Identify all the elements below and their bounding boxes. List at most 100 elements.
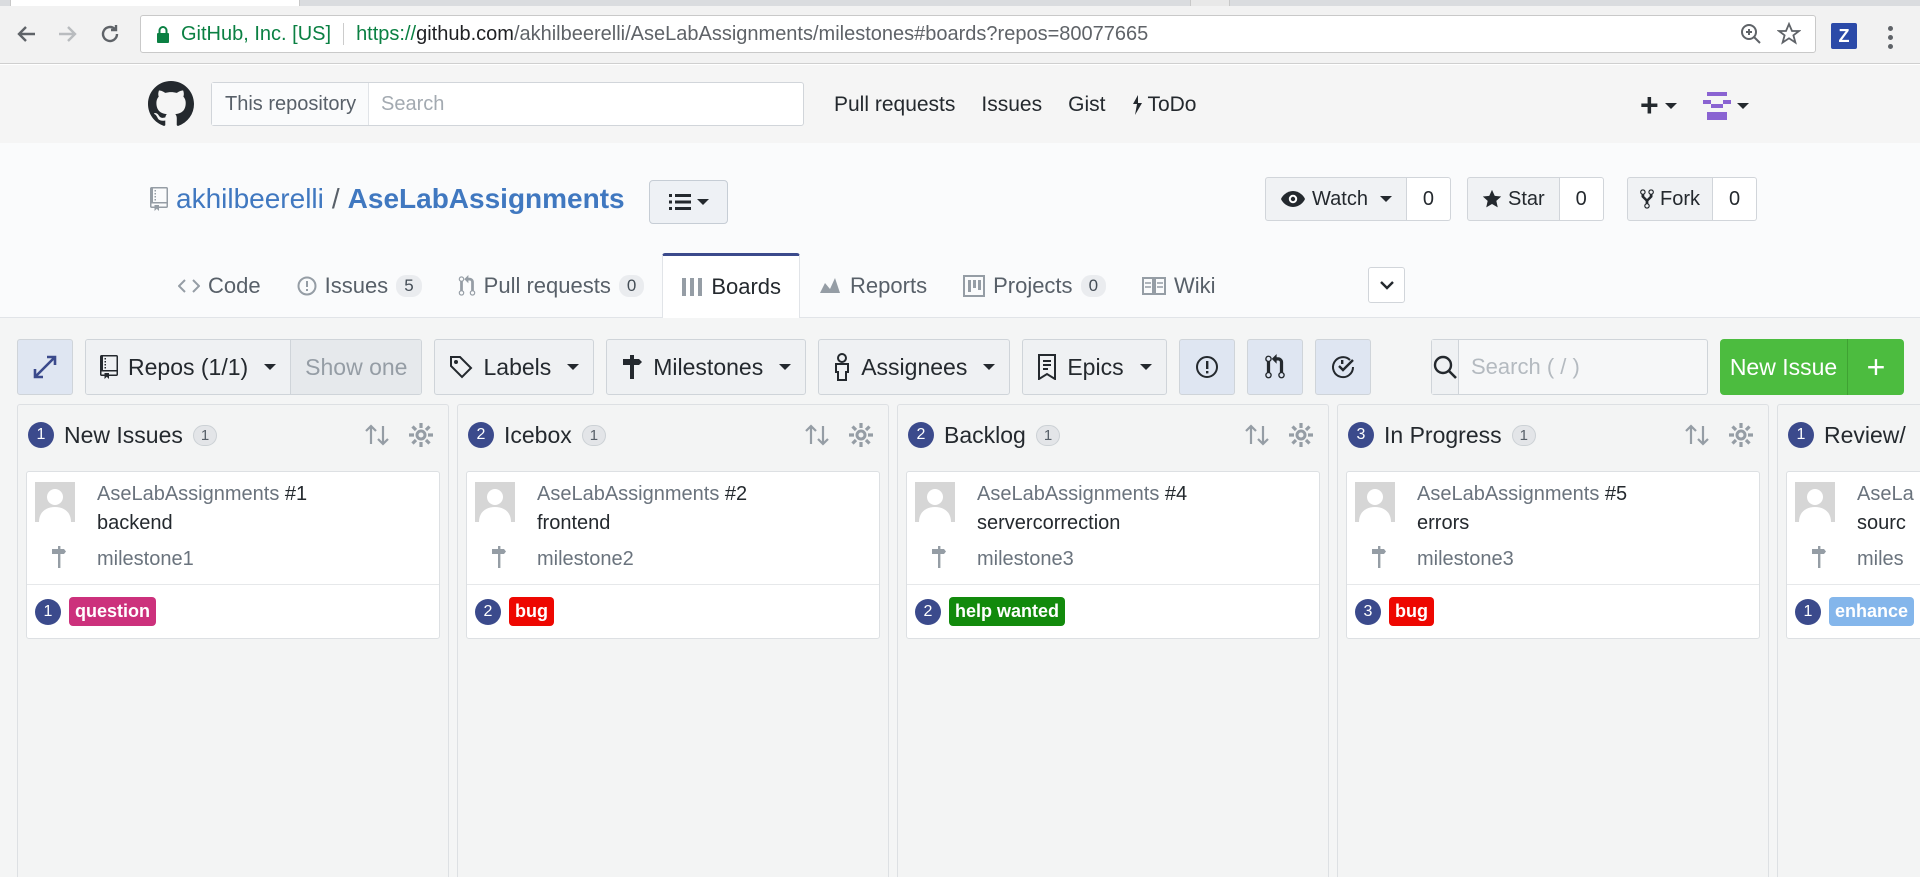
card-title[interactable]: errors	[1417, 512, 1469, 535]
fork-button[interactable]: Fork	[1627, 177, 1713, 221]
card-milestone[interactable]: milestone3	[977, 548, 1074, 571]
repo-owner-link[interactable]: akhilbeerelli	[176, 183, 324, 215]
search-icon[interactable]	[1432, 340, 1459, 394]
site-identity[interactable]: GitHub, Inc. [US]	[181, 23, 331, 46]
card-milestone[interactable]: milestone2	[537, 548, 634, 571]
issues-toggle-button[interactable]	[1178, 339, 1235, 395]
avatar[interactable]	[35, 482, 75, 522]
board-search-input[interactable]	[1459, 340, 1759, 394]
browser-menu-icon[interactable]	[1880, 22, 1900, 52]
gear-icon[interactable]	[1288, 422, 1314, 448]
avatar[interactable]	[1355, 482, 1395, 522]
avatar[interactable]	[1795, 482, 1835, 522]
milestones-filter-dropdown[interactable]: Milestones	[606, 339, 807, 395]
fullscreen-button[interactable]	[17, 339, 73, 395]
card-repo-link[interactable]: AseLabAssignments #2	[537, 483, 747, 506]
tab-code[interactable]: Code	[160, 254, 279, 318]
issue-label[interactable]: bug	[509, 597, 554, 626]
issue-card[interactable]: AseLabAssignments #1 backend milestone1 1 qu…	[26, 471, 440, 639]
tab-issues[interactable]: Issues 5	[279, 254, 440, 318]
card-milestone[interactable]: miles	[1857, 548, 1904, 571]
tab-projects[interactable]: Projects 0	[945, 254, 1124, 318]
user-menu-dropdown[interactable]	[1702, 91, 1749, 120]
new-issue-button[interactable]: New Issue	[1720, 339, 1848, 395]
nav-gist[interactable]: Gist	[1068, 93, 1105, 117]
column-header[interactable]: 2 Backlog 1	[898, 405, 1328, 465]
card-milestone[interactable]: milestone3	[1417, 548, 1514, 571]
header-search-input[interactable]	[369, 83, 803, 125]
show-one-button[interactable]: Show one	[290, 340, 422, 394]
zoom-icon[interactable]	[1739, 22, 1763, 46]
sort-icon[interactable]	[1684, 422, 1710, 448]
card-repo-link[interactable]: AseLabAssignments #5	[1417, 483, 1627, 506]
watch-button[interactable]: Watch	[1265, 177, 1407, 221]
card-repo-link[interactable]: AseLabAssignments #1	[97, 483, 307, 506]
card-title[interactable]: backend	[97, 512, 173, 535]
avatar[interactable]	[475, 482, 515, 522]
avatar	[1702, 91, 1731, 120]
gear-icon[interactable]	[408, 422, 434, 448]
nav-pull-requests[interactable]: Pull requests	[834, 93, 955, 117]
issue-label[interactable]: enhance	[1829, 597, 1915, 626]
column-number-badge: 2	[908, 422, 934, 448]
bookmark-star-icon[interactable]	[1777, 22, 1801, 46]
watch-count[interactable]: 0	[1406, 177, 1451, 221]
card-title[interactable]: servercorrection	[977, 512, 1120, 535]
epics-filter-dropdown[interactable]: Epics	[1022, 339, 1167, 395]
forward-icon[interactable]	[54, 20, 82, 48]
star-button[interactable]: Star	[1467, 177, 1560, 221]
issue-card[interactable]: AseLabAssignments #5 errors milestone3 3 bug	[1346, 471, 1760, 639]
issue-card[interactable]: AseLabAssignments #2 frontend milestone2 2 b…	[466, 471, 880, 639]
github-logo-icon[interactable]	[148, 81, 194, 127]
repos-filter-dropdown[interactable]: Repos (1/1)	[86, 340, 291, 394]
nav-todo[interactable]: ToDo	[1131, 93, 1196, 117]
more-tabs-dropdown[interactable]	[1368, 267, 1405, 303]
issue-label[interactable]: help wanted	[949, 597, 1066, 626]
column-count: 1	[1511, 424, 1536, 446]
watch-label: Watch	[1312, 187, 1368, 210]
chevron-down-icon	[1736, 102, 1749, 109]
gear-icon[interactable]	[848, 422, 874, 448]
issue-label[interactable]: question	[69, 597, 156, 626]
milestones-filter-label: Milestones	[653, 353, 764, 380]
pull-requests-toggle-button[interactable]	[1246, 339, 1303, 395]
sort-icon[interactable]	[1244, 422, 1270, 448]
chevron-down-icon	[1664, 102, 1677, 109]
repo-list-dropdown[interactable]	[649, 180, 728, 224]
search-scope-label[interactable]: This repository	[212, 83, 369, 125]
nav-issues[interactable]: Issues	[981, 93, 1042, 117]
tab-boards[interactable]: Boards	[662, 253, 801, 319]
repo-name-link[interactable]: AseLabAssignments	[348, 183, 625, 215]
issue-card[interactable]: AseLa sourc miles 1 enhance	[1786, 471, 1920, 639]
tab-reports[interactable]: Reports	[800, 254, 945, 318]
tab-wiki[interactable]: Wiki	[1124, 254, 1234, 318]
card-title[interactable]: sourc	[1857, 512, 1906, 535]
card-title[interactable]: frontend	[537, 512, 610, 535]
card-repo-link[interactable]: AseLabAssignments #4	[977, 483, 1187, 506]
column-header[interactable]: 3 In Progress 1	[1338, 405, 1768, 465]
create-new-dropdown[interactable]: +	[1640, 87, 1677, 124]
column-header[interactable]: 1 Review/	[1778, 405, 1920, 465]
column-header[interactable]: 2 Icebox 1	[458, 405, 888, 465]
url-bar[interactable]: GitHub, Inc. [US] https://github.com/akh…	[140, 15, 1816, 53]
gear-icon[interactable]	[1728, 422, 1754, 448]
fork-count[interactable]: 0	[1713, 177, 1757, 221]
avatar[interactable]	[915, 482, 955, 522]
issue-card[interactable]: AseLabAssignments #4 servercorrection mile…	[906, 471, 1320, 639]
card-repo-link[interactable]: AseLa	[1857, 483, 1914, 506]
reload-icon[interactable]	[96, 20, 124, 48]
issue-label[interactable]: bug	[1389, 597, 1434, 626]
new-issue-group: New Issue +	[1720, 339, 1904, 395]
labels-filter-dropdown[interactable]: Labels	[434, 339, 595, 395]
back-icon[interactable]	[12, 20, 40, 48]
extension-z-icon[interactable]: Z	[1831, 23, 1857, 49]
closed-issues-toggle-button[interactable]	[1314, 339, 1371, 395]
sort-icon[interactable]	[804, 422, 830, 448]
card-milestone[interactable]: milestone1	[97, 548, 194, 571]
sort-icon[interactable]	[364, 422, 390, 448]
new-issue-plus-button[interactable]: +	[1848, 339, 1904, 395]
tab-pull-requests[interactable]: Pull requests 0	[440, 254, 663, 318]
assignees-filter-dropdown[interactable]: Assignees	[818, 339, 1011, 395]
star-count[interactable]: 0	[1559, 177, 1604, 221]
column-header[interactable]: 1 New Issues 1	[18, 405, 448, 465]
